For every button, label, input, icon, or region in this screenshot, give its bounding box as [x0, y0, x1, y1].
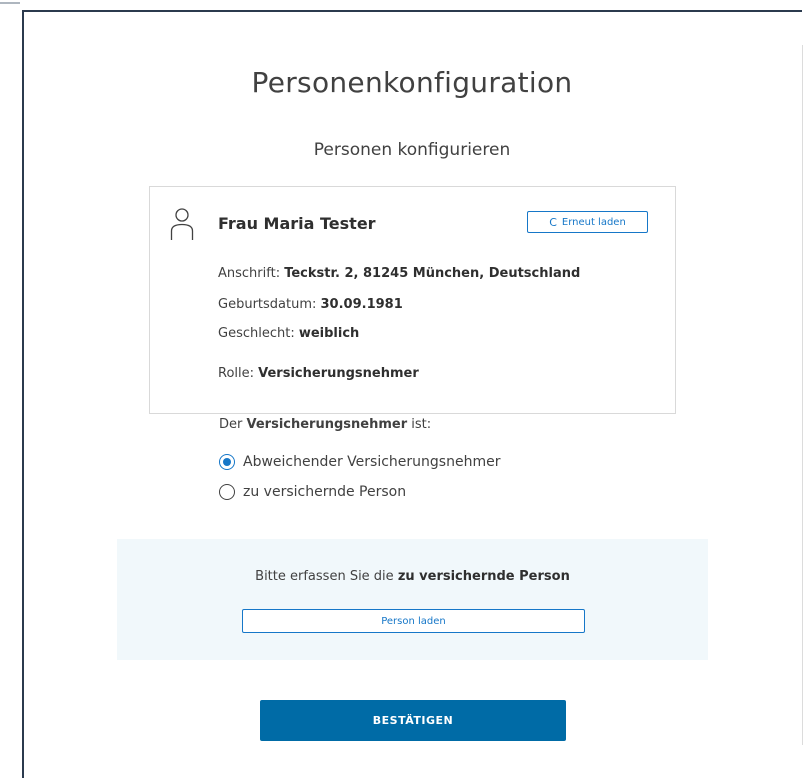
policyholder-question: Der Versicherungsnehmer ist: — [219, 417, 431, 432]
role-label: Rolle: — [218, 366, 259, 381]
radio-label: Abweichender Versicherungsnehmer — [243, 454, 501, 470]
right-divider — [802, 45, 803, 745]
address-line: Anschrift: Teckstr. 2, 81245 München, De… — [218, 266, 580, 281]
address-value: Teckstr. 2, 81245 München, Deutschland — [284, 266, 581, 281]
radio-dot — [223, 458, 231, 466]
prompt-bold: zu versichernde Person — [397, 569, 570, 584]
birthdate-value: 30.09.1981 — [320, 297, 403, 312]
gender-line: Geschlecht: weiblich — [218, 326, 359, 341]
radio-button-selected[interactable] — [219, 454, 235, 470]
page-subtitle: Personen konfigurieren — [313, 140, 511, 160]
birthdate-line: Geburtsdatum: 30.09.1981 — [218, 297, 403, 312]
person-name: Frau Maria Tester — [218, 214, 376, 233]
radio-option-different-policyholder[interactable]: Abweichender Versicherungsnehmer — [219, 454, 500, 470]
prompt-prefix: Bitte erfassen Sie die — [255, 569, 398, 584]
insured-person-section: Bitte erfassen Sie die zu versichernde P… — [117, 539, 708, 660]
reload-button-label: Erneut laden — [561, 216, 626, 228]
role-value: Versicherungsnehmer — [258, 366, 419, 381]
insured-person-prompt: Bitte erfassen Sie die zu versichernde P… — [117, 569, 708, 584]
confirm-button[interactable]: BESTÄTIGEN — [260, 700, 566, 741]
load-person-button[interactable]: Person laden — [242, 609, 585, 633]
person-card: Frau Maria Tester C Erneut laden Anschri… — [149, 186, 676, 414]
gender-label: Geschlecht: — [218, 326, 299, 341]
radio-button[interactable] — [219, 484, 235, 500]
question-suffix: ist: — [407, 417, 432, 432]
radio-label: zu versichernde Person — [243, 484, 407, 500]
top-strip-indicator — [0, 2, 20, 4]
question-prefix: Der — [219, 417, 247, 432]
person-icon — [170, 208, 194, 240]
gender-value: weiblich — [298, 326, 360, 341]
radio-option-insured-person[interactable]: zu versichernde Person — [219, 484, 406, 500]
reload-button[interactable]: C Erneut laden — [527, 211, 648, 233]
question-bold: Versicherungsnehmer — [246, 417, 408, 432]
top-strip — [0, 0, 805, 10]
birthdate-label: Geburtsdatum: — [218, 297, 321, 312]
role-line: Rolle: Versicherungsnehmer — [218, 366, 419, 381]
address-label: Anschrift: — [218, 266, 285, 281]
page-title: Personenkonfiguration — [251, 66, 573, 99]
refresh-icon: C — [549, 215, 557, 229]
